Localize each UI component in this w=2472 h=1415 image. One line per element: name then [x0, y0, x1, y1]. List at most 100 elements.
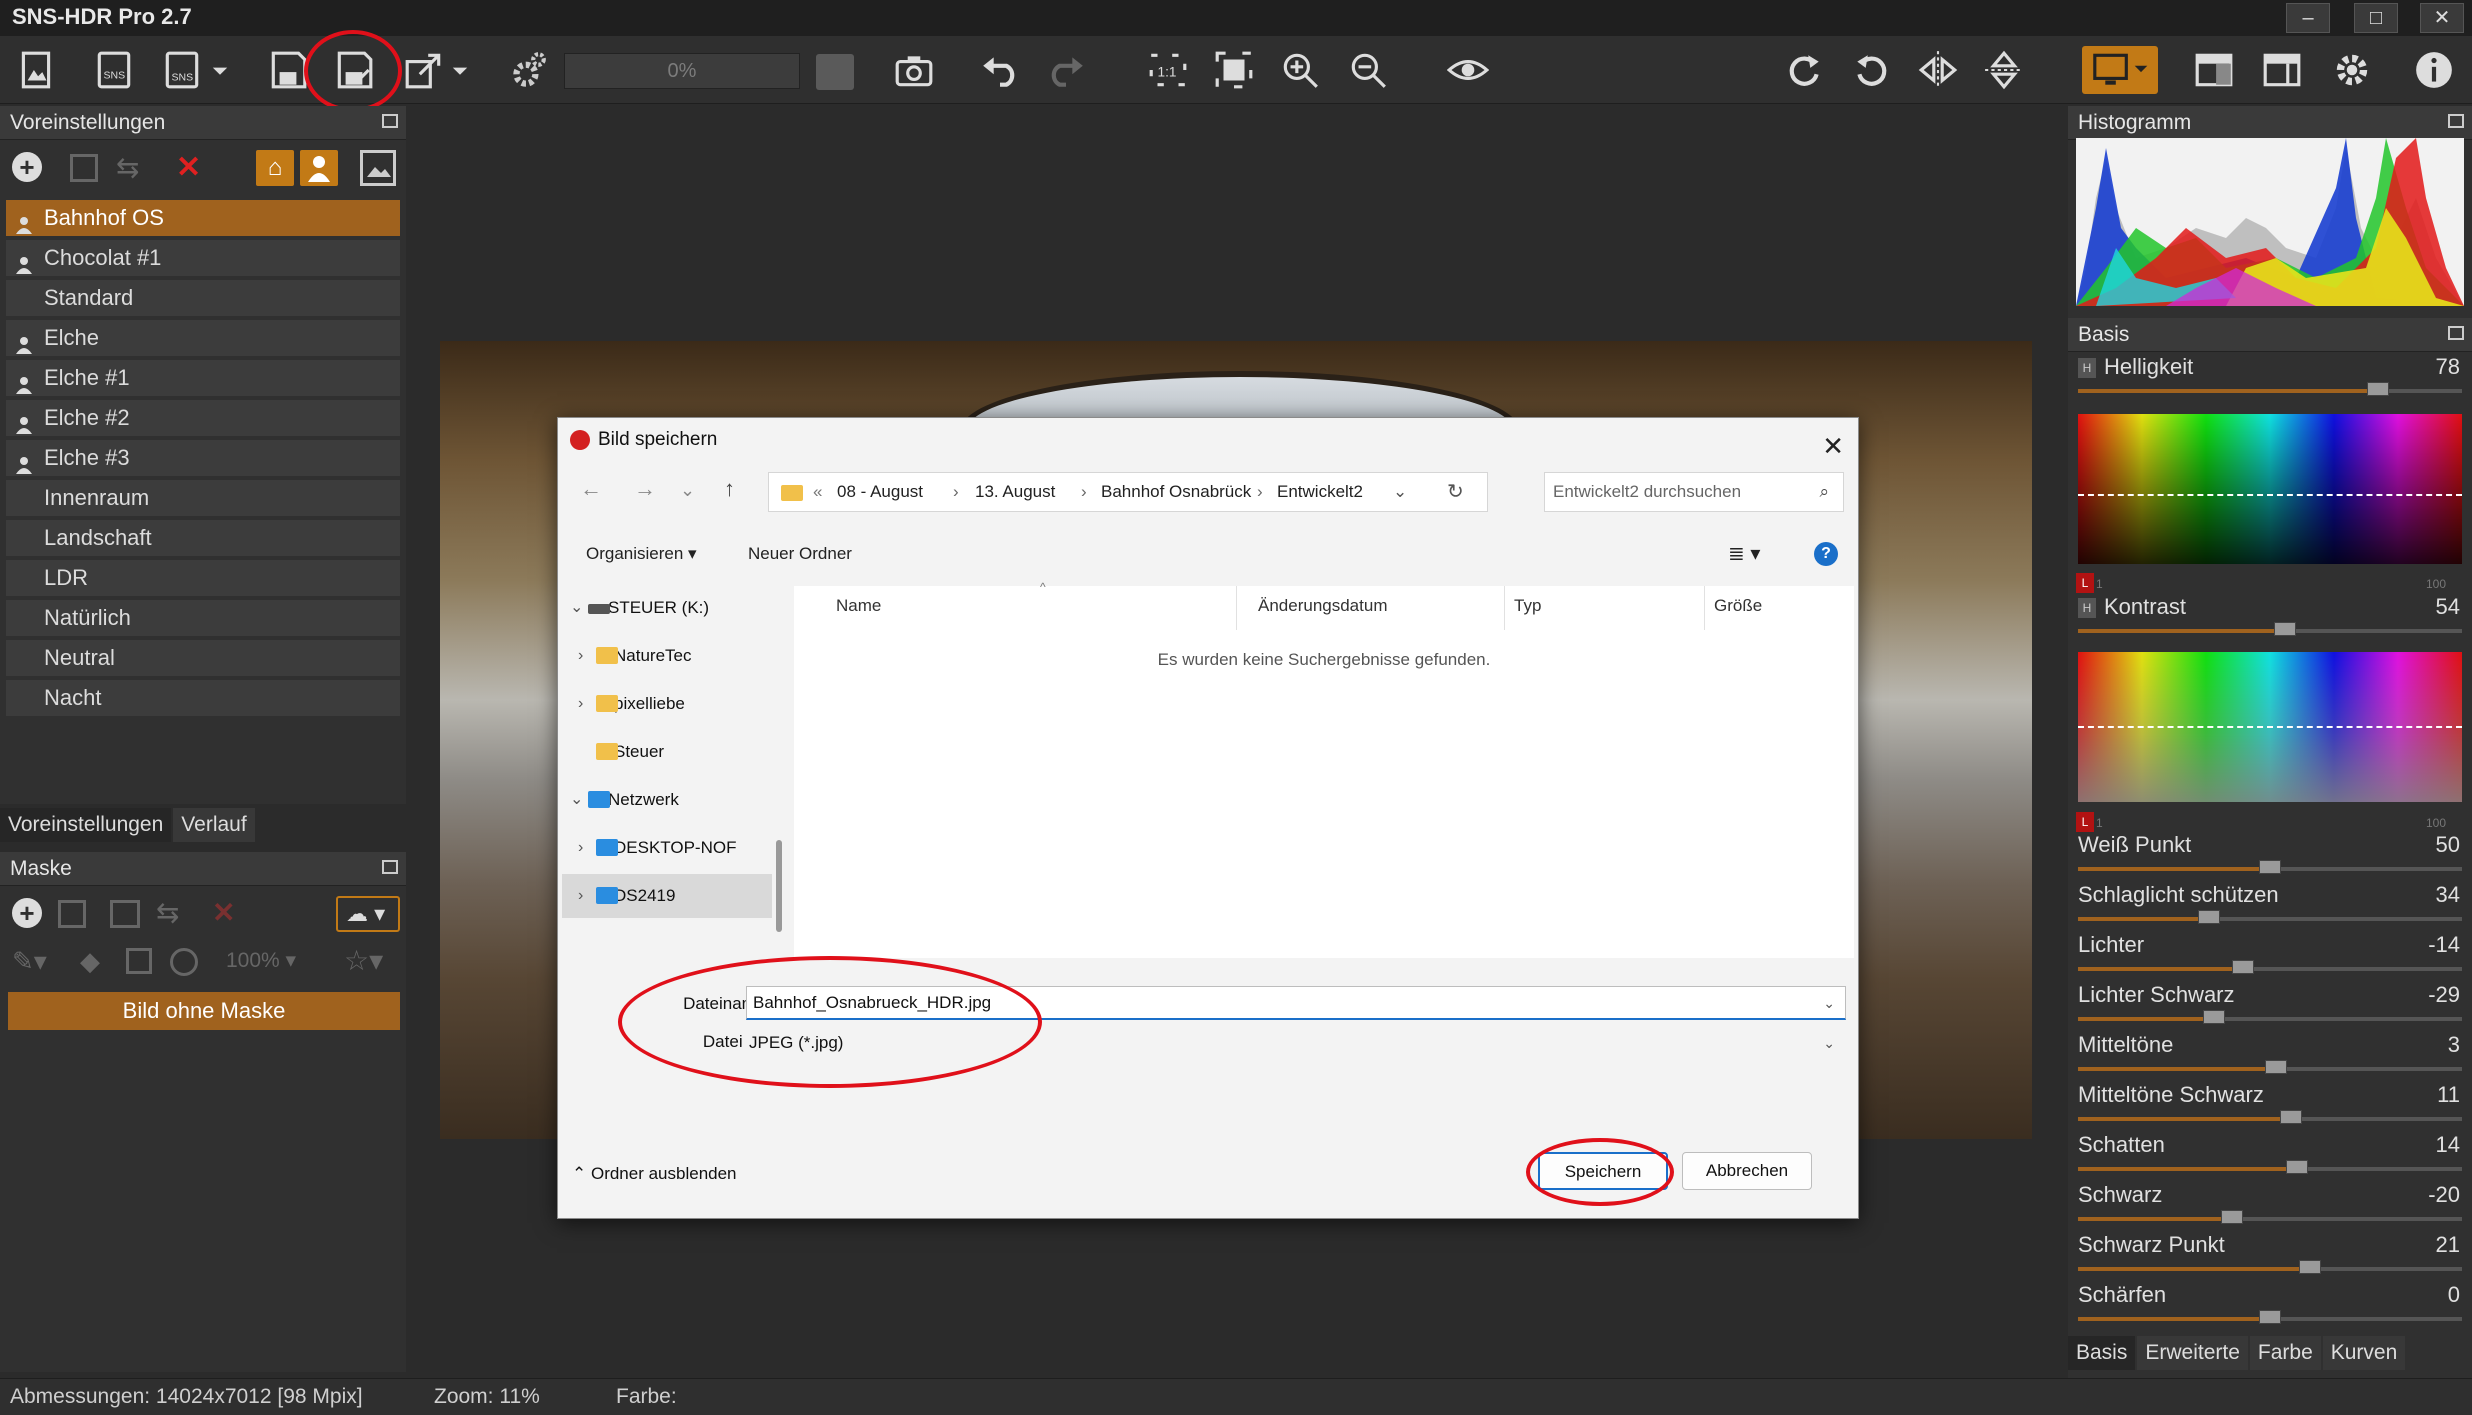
add-mask-icon[interactable]: +	[12, 898, 42, 928]
slider-knob[interactable]	[2299, 1260, 2322, 1274]
image-preset-icon[interactable]	[360, 150, 396, 186]
close-button[interactable]: ✕	[2420, 3, 2464, 33]
save-sns-icon[interactable]: SNS	[158, 46, 206, 94]
preview-eye-icon[interactable]	[1444, 46, 1492, 94]
breadcrumb-entwickelt2[interactable]: Entwickelt2	[1277, 473, 1363, 511]
settings-gear-icon[interactable]	[2328, 46, 2376, 94]
rotate-ccw-icon[interactable]	[1848, 46, 1896, 94]
fill-icon[interactable]: ◆	[80, 946, 100, 977]
view-options-icon[interactable]: ≣ ▾	[1728, 534, 1760, 574]
delete-preset-icon[interactable]: ✕	[176, 150, 201, 185]
chevron-down-icon[interactable]: ⌄	[570, 778, 583, 822]
recent-dropdown-icon[interactable]: ⌄	[680, 480, 695, 501]
chevron-right-icon[interactable]: ›	[578, 682, 583, 726]
zoom-out-icon[interactable]	[1344, 46, 1392, 94]
chevron-right-icon[interactable]: ›	[578, 826, 583, 870]
tree-item[interactable]: › NatureTec	[562, 634, 772, 678]
slider-knob[interactable]	[2280, 1110, 2303, 1124]
mask-opacity[interactable]: 100% ▾	[226, 948, 296, 973]
slider-knob[interactable]	[2203, 1010, 2226, 1024]
slider-knob[interactable]	[2366, 382, 2389, 396]
preset-item[interactable]: Elche #2	[6, 400, 400, 436]
preset-item[interactable]: Neutral	[6, 640, 400, 676]
sync-mask-icon[interactable]: ⇆	[156, 896, 179, 929]
rect-mask-icon[interactable]	[126, 948, 152, 974]
tree-item[interactable]: › pixelliebe	[562, 682, 772, 726]
preset-item[interactable]: Landschaft	[6, 520, 400, 556]
flip-vertical-icon[interactable]	[1980, 46, 2028, 94]
tree-item[interactable]: › DESKTOP-NOF	[562, 826, 772, 870]
dialog-close-icon[interactable]: ✕	[1822, 424, 1844, 468]
preset-item[interactable]: LDR	[6, 560, 400, 596]
tab-history[interactable]: Verlauf	[173, 808, 255, 842]
preset-item[interactable]: Innenraum	[6, 480, 400, 516]
tab-color[interactable]: Farbe	[2249, 1336, 2321, 1370]
organize-menu[interactable]: Organisieren ▾	[586, 534, 697, 574]
forward-arrow-icon[interactable]: →	[634, 476, 656, 502]
detach-icon[interactable]	[382, 860, 398, 874]
open-sns-icon[interactable]: SNS	[90, 46, 138, 94]
flip-horizontal-icon[interactable]	[1914, 46, 1962, 94]
column-name[interactable]: Name	[836, 596, 881, 616]
info-icon[interactable]	[2410, 46, 2458, 94]
back-arrow-icon[interactable]: ←	[580, 476, 602, 502]
batch-settings-icon[interactable]	[504, 46, 552, 94]
preset-item[interactable]: Bahnhof OS	[6, 200, 400, 236]
layout-1-icon[interactable]	[2190, 46, 2238, 94]
search-input[interactable]: Entwickelt2 durchsuchen ⌕	[1544, 472, 1844, 512]
copy-mask-icon[interactable]	[58, 900, 86, 928]
column-size[interactable]: Größe	[1714, 596, 1762, 616]
slider-knob[interactable]	[2274, 622, 2297, 636]
tab-advanced[interactable]: Erweiterte	[2137, 1336, 2248, 1370]
detach-icon[interactable]	[382, 114, 398, 128]
filetype-dropdown-icon[interactable]: ⌄	[1823, 1027, 1835, 1059]
address-bar[interactable]: « 08 - August › 13. August › Bahnhof Osn…	[768, 472, 1488, 512]
stop-button[interactable]	[816, 54, 854, 90]
brush-icon[interactable]: ✎▾	[12, 946, 47, 977]
zoom-in-icon[interactable]	[1276, 46, 1324, 94]
sync-preset-icon[interactable]: ⇆	[116, 152, 148, 184]
up-arrow-icon[interactable]: ↑	[724, 476, 735, 502]
slider-knob[interactable]	[2259, 860, 2281, 874]
preset-item[interactable]: Standard	[6, 280, 400, 316]
redo-icon[interactable]	[1042, 46, 1090, 94]
tree-item[interactable]: › DS2419	[562, 874, 772, 918]
preset-item[interactable]: Elche #1	[6, 360, 400, 396]
slider-knob[interactable]	[2264, 1060, 2287, 1074]
slider-track[interactable]	[2078, 1160, 2462, 1174]
image-without-mask-button[interactable]: Bild ohne Maske	[8, 992, 400, 1030]
new-folder-button[interactable]: Neuer Ordner	[748, 534, 852, 574]
slider-track[interactable]	[2078, 1210, 2462, 1224]
slider-track[interactable]	[2078, 1110, 2462, 1124]
display-icon[interactable]	[2082, 46, 2158, 94]
tree-scrollbar[interactable]	[776, 840, 782, 932]
tab-presets[interactable]: Voreinstellungen	[0, 808, 172, 842]
preset-item[interactable]: Nacht	[6, 680, 400, 716]
breadcrumb-august[interactable]: 08 - August	[837, 473, 923, 511]
hide-folders-toggle[interactable]: ⌃ Ordner ausblenden	[572, 1164, 737, 1184]
ellipse-mask-icon[interactable]	[170, 948, 198, 976]
cancel-button[interactable]: Abbrechen	[1682, 1152, 1812, 1190]
preset-item[interactable]: Elche	[6, 320, 400, 356]
slider-track[interactable]	[2078, 1260, 2462, 1274]
export-dropdown-icon[interactable]	[448, 46, 472, 94]
slider-knob[interactable]	[2232, 960, 2255, 974]
zoom-1to1-icon[interactable]: 1:1	[1144, 46, 1192, 94]
save-preset-icon[interactable]	[70, 154, 98, 182]
save-sns-dropdown-icon[interactable]	[208, 46, 232, 94]
address-dropdown-icon[interactable]: ⌄	[1393, 473, 1407, 511]
star-icon[interactable]: ☆▾	[344, 944, 383, 977]
slider-track[interactable]	[2078, 622, 2462, 636]
refresh-icon[interactable]: ↻	[1447, 473, 1464, 511]
open-image-icon[interactable]	[12, 46, 60, 94]
slider-track[interactable]	[2078, 1060, 2462, 1074]
preset-item[interactable]: Chocolat #1	[6, 240, 400, 276]
minimize-button[interactable]: –	[2286, 3, 2330, 33]
undo-icon[interactable]	[976, 46, 1024, 94]
tree-item[interactable]: ⌄ STEUER (K:)	[562, 586, 772, 630]
home-preset-icon[interactable]: ⌂	[256, 150, 294, 186]
preset-item[interactable]: Elche #3	[6, 440, 400, 476]
slider-track[interactable]	[2078, 960, 2462, 974]
tree-item[interactable]: ⌄ Netzwerk	[562, 778, 772, 822]
add-preset-icon[interactable]: +	[12, 152, 42, 182]
